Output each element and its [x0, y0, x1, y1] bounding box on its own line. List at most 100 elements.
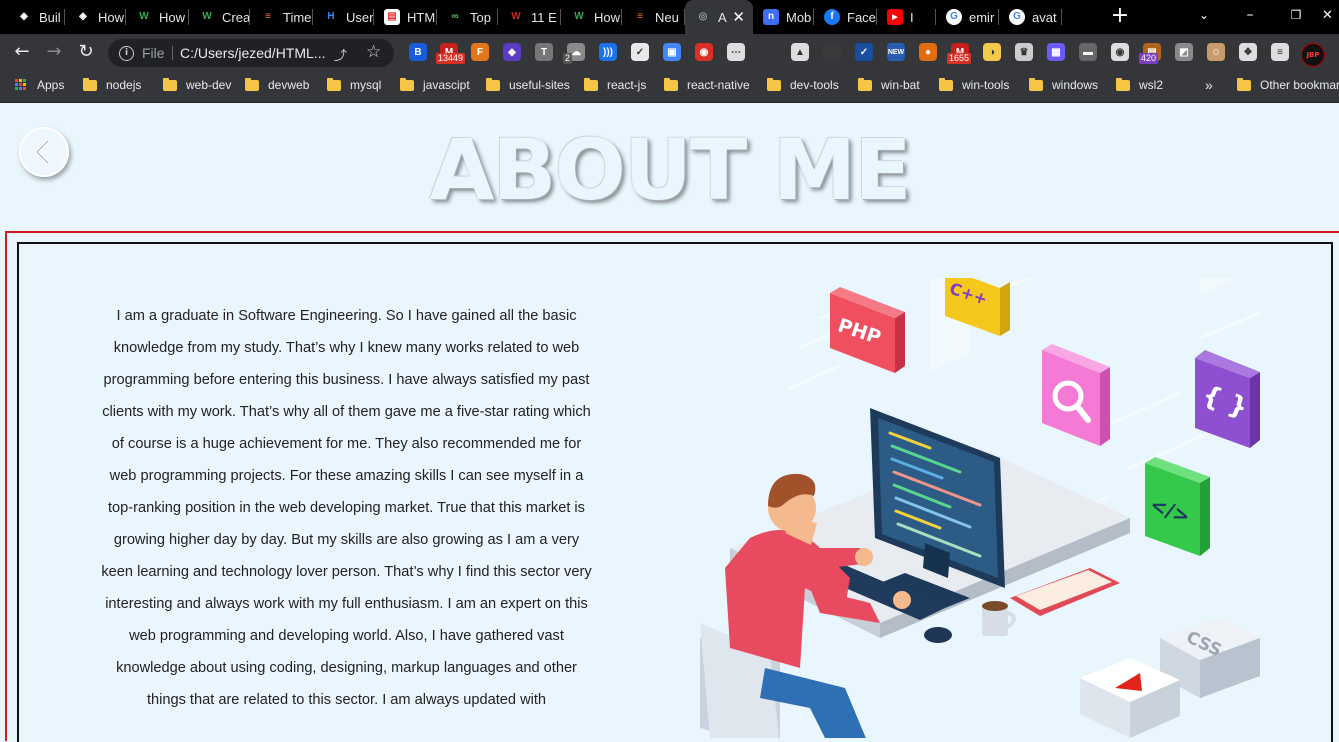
- chart-ext-icon[interactable]: ✓: [631, 43, 649, 61]
- camera-icon[interactable]: ◉: [695, 43, 713, 61]
- puzzle-icon[interactable]: ❖: [1239, 43, 1257, 61]
- folder-icon: [400, 77, 414, 91]
- tab-search-button[interactable]: ⌄: [1181, 0, 1227, 30]
- wave-icon[interactable]: ))): [599, 43, 617, 61]
- browser-tab[interactable]: W Crea: [189, 0, 250, 34]
- browser-tab[interactable]: ◈ Buil: [6, 0, 65, 34]
- profile-avatar[interactable]: JBP: [1301, 43, 1325, 67]
- new-tab-button[interactable]: +: [1110, 5, 1130, 27]
- bookmark-folder[interactable]: dev-tools: [767, 70, 839, 100]
- bookmark-folder[interactable]: web-dev: [163, 70, 231, 100]
- bookmark-star-icon[interactable]: ☆: [366, 42, 381, 62]
- bookmark-folder[interactable]: javascipt: [400, 70, 470, 100]
- more-ext-icon[interactable]: ⋯: [727, 43, 745, 61]
- browser-tab[interactable]: ◎ A ✕: [685, 0, 753, 34]
- browser-tab[interactable]: W How: [126, 0, 189, 34]
- browser-tab[interactable]: ◈ How: [65, 0, 126, 34]
- bookmarks-overflow-button[interactable]: »: [1205, 70, 1213, 100]
- clipboard-icon[interactable]: ▣: [663, 43, 681, 61]
- crown-icon[interactable]: ♛: [1015, 43, 1033, 61]
- reload-icon[interactable]: ↻: [76, 42, 96, 62]
- tab-title: Neu: [655, 9, 679, 25]
- developer-illustration: PHP C++ { } </> CSS: [700, 278, 1280, 738]
- t-stack-icon: ≡: [265, 11, 271, 22]
- bookmark-folder[interactable]: react-js: [584, 70, 646, 100]
- bookmark-folder[interactable]: windows: [1029, 70, 1098, 100]
- extension-badge: 13449: [436, 53, 466, 64]
- ghost-icon[interactable]: ▲: [791, 43, 809, 61]
- bookmark-folder-label: windows: [1052, 78, 1099, 92]
- browser-tab[interactable]: ▶ I: [877, 0, 936, 34]
- text-icon[interactable]: T: [535, 43, 553, 61]
- tab-title: How: [98, 9, 125, 25]
- bookmark-folder[interactable]: win-tools: [939, 70, 1009, 100]
- page-icon: ▤: [384, 9, 400, 25]
- site-info-icon[interactable]: i: [119, 46, 134, 61]
- bookmark-folder-label: win-bat: [881, 78, 920, 92]
- folder-icon: [664, 77, 678, 91]
- close-window-button[interactable]: ✕: [1316, 0, 1339, 30]
- metamask-icon[interactable]: F: [471, 43, 489, 61]
- forward-arrow-icon[interactable]: →: [44, 42, 64, 62]
- bookmark-folder[interactable]: win-bat: [858, 70, 920, 100]
- browser-tab[interactable]: f Face: [814, 0, 877, 34]
- browser-tab[interactable]: ≡ Time: [250, 0, 313, 34]
- url-text[interactable]: C:/Users/jezed/HTML...: [180, 45, 325, 61]
- close-tab-icon[interactable]: ✕: [732, 8, 745, 26]
- check-circle-icon[interactable]: ✓: [855, 43, 873, 61]
- hat-icon[interactable]: ▬: [1079, 43, 1097, 61]
- bookmark-folder[interactable]: useful-sites: [486, 70, 570, 100]
- bookmark-folder-label: useful-sites: [509, 78, 570, 92]
- bulb-icon[interactable]: ◉: [1111, 43, 1129, 61]
- tab-title: Face: [847, 9, 876, 25]
- minimize-button[interactable]: –: [1227, 0, 1273, 30]
- share-icon[interactable]: ⤴: [334, 45, 348, 64]
- bookmark-folder[interactable]: react-native: [664, 70, 750, 100]
- new-icon[interactable]: NEW: [887, 43, 905, 61]
- folder-icon: [1116, 77, 1130, 91]
- w-red-icon: W: [511, 11, 521, 22]
- bookmarks-bar: Apps nodejs web-dev devweb mysql javascipt us…: [0, 70, 1339, 103]
- tab-title: Top: [470, 9, 491, 25]
- browser-tab[interactable]: n Mob: [753, 0, 814, 34]
- grid-ext-icon[interactable]: ▦: [1047, 43, 1065, 61]
- browser-tab[interactable]: Gavat: [999, 0, 1062, 34]
- bookmark-apps[interactable]: Apps: [15, 70, 64, 100]
- bookmark-folder-label: dev-tools: [790, 78, 839, 92]
- bitwarden-icon[interactable]: B: [409, 43, 427, 61]
- browser-tab[interactable]: W How: [561, 0, 622, 34]
- cube-icon[interactable]: ◆: [503, 43, 521, 61]
- w-icon: W: [202, 11, 212, 22]
- browser-tab[interactable]: ≡ Neu: [622, 0, 685, 34]
- reading-list-icon[interactable]: ≡: [1271, 43, 1289, 61]
- w-icon: W: [574, 11, 584, 22]
- tab-title: emir: [969, 9, 995, 25]
- browser-toolbar: ← → ↻ i File C:/Users/jezed/HTML... ⤴ ☆ …: [0, 34, 1339, 70]
- record-icon[interactable]: ●: [919, 43, 937, 61]
- address-bar[interactable]: i File C:/Users/jezed/HTML... ⤴ ☆: [108, 39, 394, 67]
- php-tile-icon: PHP: [830, 287, 905, 373]
- square-ext-icon[interactable]: ◩: [1175, 43, 1193, 61]
- browser-tab[interactable]: ▤ HTM: [374, 0, 437, 34]
- browser-tab[interactable]: ∞ Top: [437, 0, 498, 34]
- youtube-icon: ▶: [887, 9, 903, 25]
- face-icon[interactable]: ☺: [1207, 43, 1225, 61]
- folder-icon: [486, 77, 500, 91]
- bookmark-folder-label: devweb: [268, 78, 310, 92]
- folder-icon: [939, 77, 953, 91]
- bookmark-folder[interactable]: mysql: [327, 70, 381, 100]
- bookmark-folder-label: mysql: [350, 78, 382, 92]
- bookmark-other[interactable]: Other bookmarks: [1237, 70, 1339, 100]
- hidden-ext-icon[interactable]: [823, 43, 841, 61]
- python-icon[interactable]: ◑: [983, 43, 1001, 61]
- browser-tab[interactable]: W 11 E: [498, 0, 561, 34]
- browser-tab[interactable]: Gemir: [936, 0, 999, 34]
- back-arrow-icon[interactable]: ←: [12, 42, 32, 62]
- facebook-icon: f: [824, 9, 840, 25]
- bookmark-folder[interactable]: nodejs: [83, 70, 141, 100]
- bookmark-folder[interactable]: wsl2: [1116, 70, 1163, 100]
- restore-button[interactable]: ❐: [1273, 0, 1319, 30]
- browser-tab[interactable]: H User: [313, 0, 374, 34]
- folder-icon: [1029, 77, 1043, 91]
- bookmark-folder[interactable]: devweb: [245, 70, 309, 100]
